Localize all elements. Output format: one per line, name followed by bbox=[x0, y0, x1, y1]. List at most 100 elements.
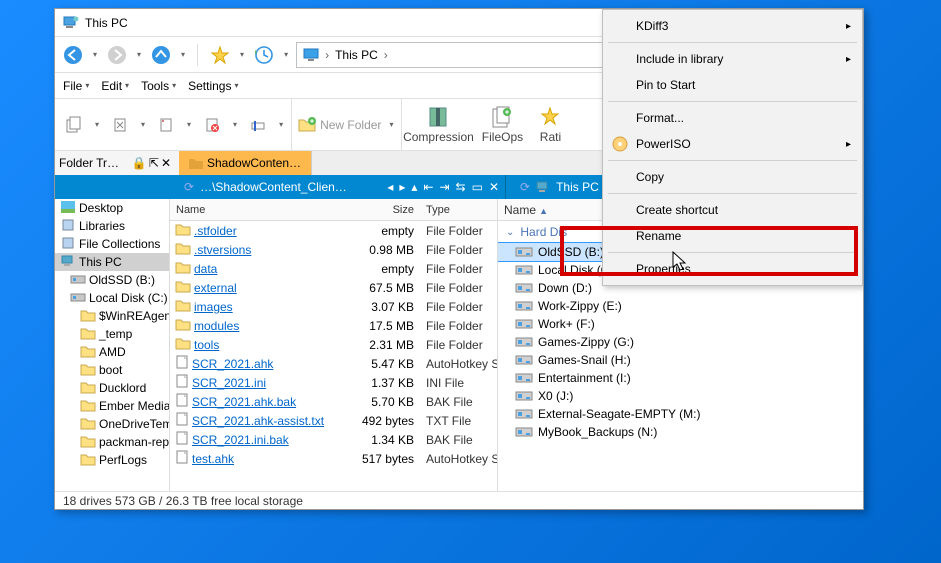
drive-row[interactable]: X0 (J:) bbox=[498, 387, 863, 405]
menu-edit[interactable]: Edit▾ bbox=[101, 79, 129, 93]
context-menu-item[interactable]: Rename bbox=[606, 223, 859, 249]
folder-tree[interactable]: DesktopLibrariesFile CollectionsThis PCO… bbox=[55, 199, 170, 491]
file-row[interactable]: SCR_2021.ahk5.47 KBAutoHotkey S bbox=[170, 354, 497, 373]
nav-forward-icon[interactable]: ▸ bbox=[399, 180, 405, 194]
reload-icon[interactable]: ⟳ bbox=[184, 180, 194, 194]
forward-history-dropdown[interactable]: ▾ bbox=[135, 50, 143, 59]
context-menu-item[interactable]: Create shortcut bbox=[606, 197, 859, 223]
minimize-pane-icon[interactable]: ▭ bbox=[472, 180, 483, 194]
tree-item[interactable]: This PC bbox=[55, 253, 169, 271]
pane-title-right: This PC bbox=[556, 180, 599, 194]
folder-icon bbox=[81, 345, 95, 359]
bak-icon bbox=[176, 431, 188, 448]
folder-icon bbox=[176, 261, 190, 276]
context-menu-item[interactable]: Copy bbox=[606, 164, 859, 190]
clip-tool[interactable] bbox=[153, 112, 179, 138]
drive-row[interactable]: Games-Zippy (G:) bbox=[498, 333, 863, 351]
folder-icon bbox=[176, 280, 190, 295]
close-pane-icon[interactable]: ✕ bbox=[489, 180, 499, 194]
tree-item[interactable]: boot bbox=[55, 361, 169, 379]
copy-tool[interactable] bbox=[61, 112, 87, 138]
tree-item[interactable]: _temp bbox=[55, 325, 169, 343]
tree-item[interactable]: Local Disk (C:) bbox=[55, 289, 169, 307]
go-end-icon[interactable]: ⇥ bbox=[439, 180, 449, 194]
drive-icon bbox=[516, 318, 532, 330]
tree-item[interactable]: AMD bbox=[55, 343, 169, 361]
drive-row[interactable]: Games-Snail (H:) bbox=[498, 351, 863, 369]
folder-icon bbox=[176, 337, 190, 352]
reload-icon[interactable]: ⟳ bbox=[520, 180, 530, 194]
back-history-dropdown[interactable]: ▾ bbox=[91, 50, 99, 59]
drive-row[interactable]: External-Seagate-EMPTY (M:) bbox=[498, 405, 863, 423]
favorites-button[interactable] bbox=[208, 43, 232, 67]
new-folder-tool[interactable]: New Folder bbox=[298, 116, 381, 134]
swap-icon[interactable]: ⇆ bbox=[456, 180, 466, 194]
file-row[interactable]: dataemptyFile Folder bbox=[170, 259, 497, 278]
favorites-dropdown[interactable]: ▾ bbox=[238, 50, 246, 59]
context-menu-item[interactable]: PowerISO▸ bbox=[606, 131, 859, 157]
drive-icon bbox=[516, 300, 532, 312]
menu-settings[interactable]: Settings▾ bbox=[188, 79, 238, 93]
tree-item[interactable]: packman-repo bbox=[55, 433, 169, 451]
pushpin-icon[interactable]: ⇱ bbox=[149, 156, 159, 170]
up-history-dropdown[interactable]: ▾ bbox=[179, 50, 187, 59]
address-segment[interactable]: This PC bbox=[335, 48, 378, 62]
menu-tools[interactable]: Tools▾ bbox=[141, 79, 176, 93]
tree-item[interactable]: Libraries bbox=[55, 217, 169, 235]
tab-shadowcontent[interactable]: ShadowConten… bbox=[179, 151, 312, 175]
menu-file[interactable]: File▾ bbox=[63, 79, 89, 93]
tree-item[interactable]: File Collections bbox=[55, 235, 169, 253]
file-row[interactable]: test.ahk517 bytesAutoHotkey S bbox=[170, 449, 497, 468]
drive-row[interactable]: Work-Zippy (E:) bbox=[498, 297, 863, 315]
col-type[interactable]: Type bbox=[420, 204, 497, 216]
file-row[interactable]: images3.07 KBFile Folder bbox=[170, 297, 497, 316]
lock-icon[interactable]: 🔒 bbox=[132, 156, 147, 170]
nav-back-icon[interactable]: ◂ bbox=[387, 180, 393, 194]
file-row[interactable]: modules17.5 MBFile Folder bbox=[170, 316, 497, 335]
tree-item[interactable]: $WinREAgent bbox=[55, 307, 169, 325]
rename-tool[interactable] bbox=[245, 112, 271, 138]
lib-icon bbox=[61, 219, 75, 233]
folder-icon bbox=[81, 435, 95, 449]
delete-tool[interactable] bbox=[199, 112, 225, 138]
tree-item[interactable]: Desktop bbox=[55, 199, 169, 217]
file-row[interactable]: external67.5 MBFile Folder bbox=[170, 278, 497, 297]
file-row[interactable]: .stversions0.98 MBFile Folder bbox=[170, 240, 497, 259]
tree-item[interactable]: PerfLogs bbox=[55, 451, 169, 469]
ini-icon bbox=[176, 374, 188, 391]
file-row[interactable]: SCR_2021.ahk.bak5.70 KBBAK File bbox=[170, 392, 497, 411]
col-name[interactable]: Name bbox=[170, 204, 350, 216]
drive-row[interactable]: Work+ (F:) bbox=[498, 315, 863, 333]
file-row[interactable]: SCR_2021.ahk-assist.txt492 bytesTXT File bbox=[170, 411, 497, 430]
file-row[interactable]: .stfolderemptyFile Folder bbox=[170, 221, 497, 240]
recent-dropdown[interactable]: ▾ bbox=[282, 50, 290, 59]
compression-tool[interactable]: Compression bbox=[402, 99, 474, 150]
tree-item[interactable]: Ducklord bbox=[55, 379, 169, 397]
close-icon[interactable]: ✕ bbox=[161, 156, 171, 170]
context-menu-item[interactable]: Include in library▸ bbox=[606, 46, 859, 72]
tree-item[interactable]: OldSSD (B:) bbox=[55, 271, 169, 289]
folder-icon bbox=[176, 299, 190, 314]
recent-button[interactable] bbox=[252, 43, 276, 67]
file-row[interactable]: SCR_2021.ini1.37 KBINI File bbox=[170, 373, 497, 392]
go-start-icon[interactable]: ⇤ bbox=[423, 180, 433, 194]
file-row[interactable]: SCR_2021.ini.bak1.34 KBBAK File bbox=[170, 430, 497, 449]
drive-row[interactable]: MyBook_Backups (N:) bbox=[498, 423, 863, 441]
ratings-tool[interactable]: Rati bbox=[530, 99, 570, 150]
forward-button[interactable] bbox=[105, 43, 129, 67]
drive-row[interactable]: Entertainment (I:) bbox=[498, 369, 863, 387]
tree-item[interactable]: Ember Media bbox=[55, 397, 169, 415]
context-menu-item[interactable]: Format... bbox=[606, 105, 859, 131]
back-button[interactable] bbox=[61, 43, 85, 67]
file-row[interactable]: tools2.31 MBFile Folder bbox=[170, 335, 497, 354]
context-menu-item[interactable]: Pin to Start bbox=[606, 72, 859, 98]
col-size[interactable]: Size bbox=[350, 204, 420, 216]
cut-tool[interactable] bbox=[107, 112, 133, 138]
nav-up-icon[interactable]: ▴ bbox=[411, 180, 417, 194]
context-menu-item[interactable]: KDiff3▸ bbox=[606, 13, 859, 39]
fileops-tool[interactable]: FileOps bbox=[474, 99, 530, 150]
up-button[interactable] bbox=[149, 43, 173, 67]
context-menu-item[interactable]: Properties bbox=[606, 256, 859, 282]
tree-item[interactable]: OneDriveTemp bbox=[55, 415, 169, 433]
list-header[interactable]: Name Size Type bbox=[170, 199, 497, 221]
